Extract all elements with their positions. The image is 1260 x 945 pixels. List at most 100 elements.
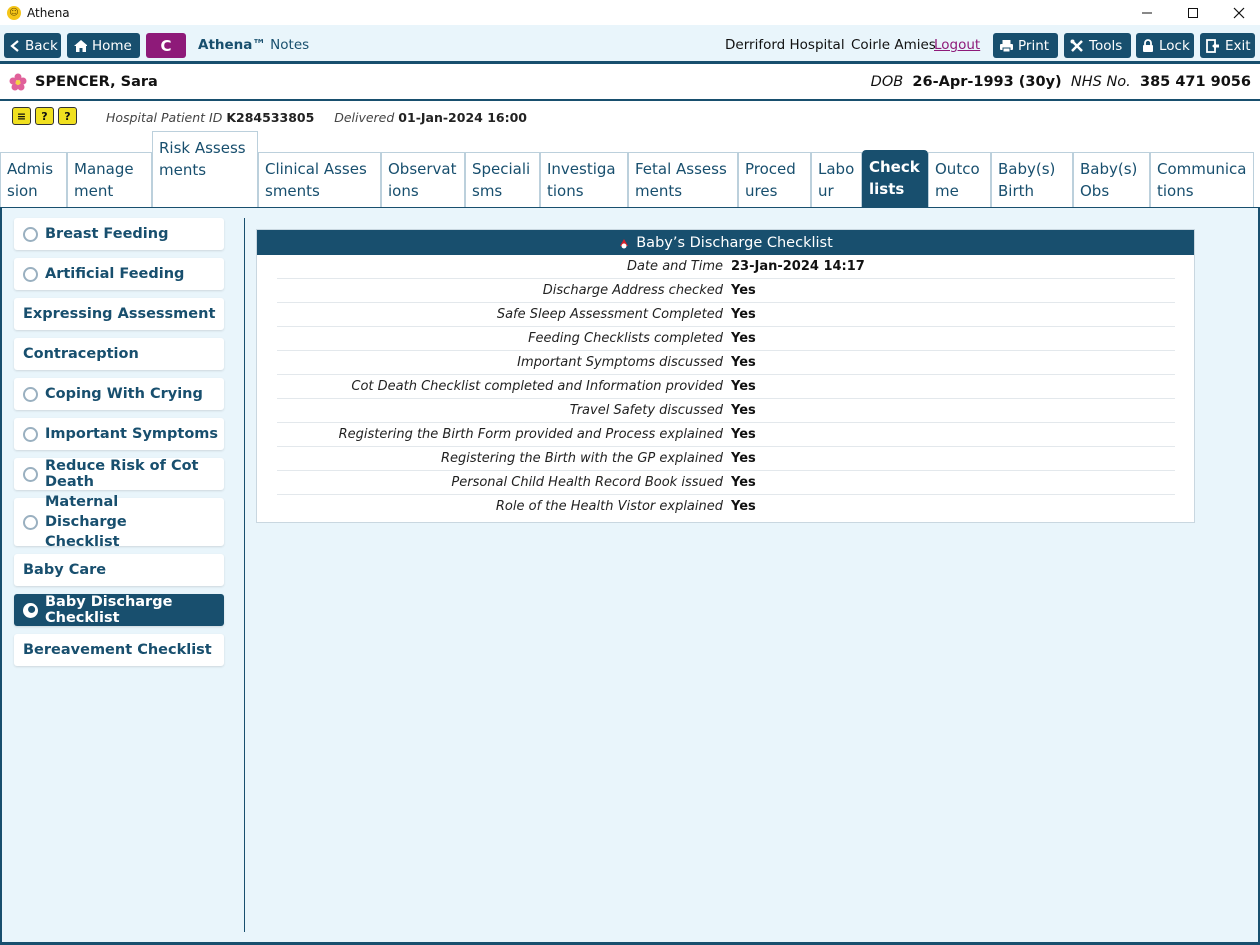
app-brand: Athena™ Notes (198, 37, 309, 53)
checklist-row: Important Symptoms discussed Yes (277, 351, 1175, 375)
row-value: Yes (731, 283, 756, 298)
maximize-icon (1188, 7, 1198, 18)
close-window-button[interactable] (1216, 0, 1260, 25)
sidebar-item-label: Contraception (23, 346, 139, 362)
sidebar-item-contraception[interactable]: Contraception (14, 338, 224, 370)
checklist-row: Registering the Birth with the GP explai… (277, 447, 1175, 471)
row-value: 23-Jan-2024 14:17 (731, 259, 865, 274)
radio-icon (23, 226, 38, 242)
row-value: Yes (731, 355, 756, 370)
minimize-button[interactable] (1124, 0, 1170, 25)
radio-icon (23, 426, 38, 442)
patient-banner: SPENCER, Sara DOB 26-Apr-1993 (30y) NHS … (0, 64, 1260, 101)
sidebar-item-label: Expressing Assessment (23, 306, 216, 322)
tab-babys-birth[interactable]: Baby(s) Birth (991, 152, 1073, 207)
row-value: Yes (731, 499, 756, 514)
close-icon (1233, 7, 1245, 18)
row-label: Date and Time (626, 259, 723, 274)
athena-app-icon: ☺ (7, 5, 21, 20)
sidebar-item-artificial-feeding[interactable]: Artificial Feeding (14, 258, 224, 290)
hospital-id-label: Hospital Patient ID (106, 110, 223, 125)
sidebar-item-expressing-assessment[interactable]: Expressing Assessment (14, 298, 224, 330)
patient-demographics: DOB 26-Apr-1993 (30y) NHS No. 385 471 90… (871, 74, 1251, 90)
sidebar-item-baby-care[interactable]: Baby Care (14, 554, 224, 586)
lock-button[interactable]: Lock (1136, 33, 1194, 58)
radio-icon (23, 602, 38, 618)
row-label: Registering the Birth with the GP explai… (440, 451, 723, 466)
home-label: Home (92, 37, 132, 54)
tab-procedures[interactable]: Procedures (738, 152, 811, 207)
bookmark-icon (620, 238, 629, 248)
tab-investigations[interactable]: Investigations (540, 152, 628, 207)
tab-observations[interactable]: Observations (381, 152, 465, 207)
alert-list-icon[interactable]: ≡ (12, 107, 31, 125)
tab-fetal-assessments[interactable]: Fetal Assessments (628, 152, 738, 207)
printer-icon (999, 39, 1013, 53)
sidebar-item-label: Breast Feeding (45, 226, 169, 242)
checklist-row: Personal Child Health Record Book issued… (277, 471, 1175, 495)
user-name: Coirle Amies (851, 37, 936, 53)
sidebar-item-label: Maternal Discharge Checklist (45, 494, 127, 550)
tab-specialisms[interactable]: Specialisms (465, 152, 540, 207)
sidebar-item-important-symptoms[interactable]: Important Symptoms (14, 418, 224, 450)
maximize-button[interactable] (1170, 0, 1216, 25)
hospital-id-info: Hospital Patient ID K284533805 Delivered… (106, 110, 527, 125)
sidebar-item-reduce-risk-cot-death[interactable]: Reduce Risk of Cot Death (14, 458, 224, 490)
sidebar-item-breast-feeding[interactable]: Breast Feeding (14, 218, 224, 250)
checklist-row: Date and Time 23-Jan-2024 14:17 (277, 255, 1175, 279)
row-value: Yes (731, 403, 756, 418)
row-value: Yes (731, 427, 756, 442)
row-label: Role of the Health Vistor explained (495, 499, 723, 514)
window-titlebar: ☺ Athena (0, 0, 1260, 25)
radio-icon (23, 514, 38, 530)
c-button[interactable]: C (146, 33, 186, 58)
checklist-title: Baby’s Discharge Checklist (636, 234, 833, 251)
dob-label: DOB (870, 74, 904, 90)
sidebar-item-label: Coping With Crying (45, 386, 203, 402)
tab-risk-assessments[interactable]: Risk Assessments (152, 131, 258, 207)
help-icon[interactable]: ? (58, 107, 77, 125)
hospital-name: Derriford Hospital (725, 37, 845, 53)
back-button[interactable]: Back (4, 33, 61, 58)
lock-icon (1142, 38, 1154, 53)
nhs-label: NHS No. (1070, 74, 1131, 90)
exit-button[interactable]: Exit (1200, 33, 1255, 58)
tools-button[interactable]: Tools (1064, 33, 1131, 58)
tab-communications[interactable]: Communications (1150, 152, 1254, 207)
tab-checklists[interactable]: Checklists (862, 150, 928, 207)
home-button[interactable]: Home (67, 33, 140, 58)
sidebar-item-label: Important Symptoms (45, 426, 219, 442)
row-value: Yes (731, 475, 756, 490)
patient-name: SPENCER, Sara (35, 74, 158, 90)
question-icon[interactable]: ? (35, 107, 54, 125)
checklist-panel: Baby’s Discharge Checklist Date and Time… (256, 229, 1195, 523)
row-value: Yes (731, 379, 756, 394)
hospital-id-value: K284533805 (226, 110, 315, 125)
row-label: Travel Safety discussed (569, 403, 723, 418)
sidebar-item-label: Baby Discharge Checklist (45, 594, 173, 626)
checklist-row: Cot Death Checklist completed and Inform… (277, 375, 1175, 399)
row-label: Registering the Birth Form provided and … (338, 427, 723, 442)
row-value: Yes (731, 307, 756, 322)
tab-labour[interactable]: Labour (811, 152, 862, 207)
brand-subtitle: Notes (265, 37, 310, 53)
tab-admission[interactable]: Admission (0, 152, 67, 207)
logout-link[interactable]: Logout (934, 37, 980, 53)
sidebar-item-coping-with-crying[interactable]: Coping With Crying (14, 378, 224, 410)
print-button[interactable]: Print (993, 33, 1058, 58)
main-toolbar: Back Home C Athena™ Notes Derriford Hosp… (0, 25, 1260, 64)
sidebar-item-bereavement-checklist[interactable]: Bereavement Checklist (14, 634, 224, 666)
checklist-row: Feeding Checklists completed Yes (277, 327, 1175, 351)
tab-babys-obs[interactable]: Baby(s) Obs (1073, 152, 1150, 207)
tab-outcome[interactable]: Outcome (928, 152, 991, 207)
sidebar-item-baby-discharge-checklist[interactable]: Baby Discharge Checklist (14, 594, 224, 626)
sidebar-item-label: Baby Care (23, 562, 107, 578)
sidebar-item-maternal-discharge-checklist[interactable]: Maternal Discharge Checklist (14, 494, 224, 550)
radio-icon (23, 266, 38, 282)
delivered-label: Delivered (334, 110, 395, 125)
tab-clinical-assessments[interactable]: Clinical Assessments (258, 152, 381, 207)
exit-icon (1206, 38, 1220, 53)
tab-management[interactable]: Management (67, 152, 152, 207)
chevron-left-icon (10, 39, 20, 53)
checklist-header: Baby’s Discharge Checklist (257, 230, 1194, 255)
